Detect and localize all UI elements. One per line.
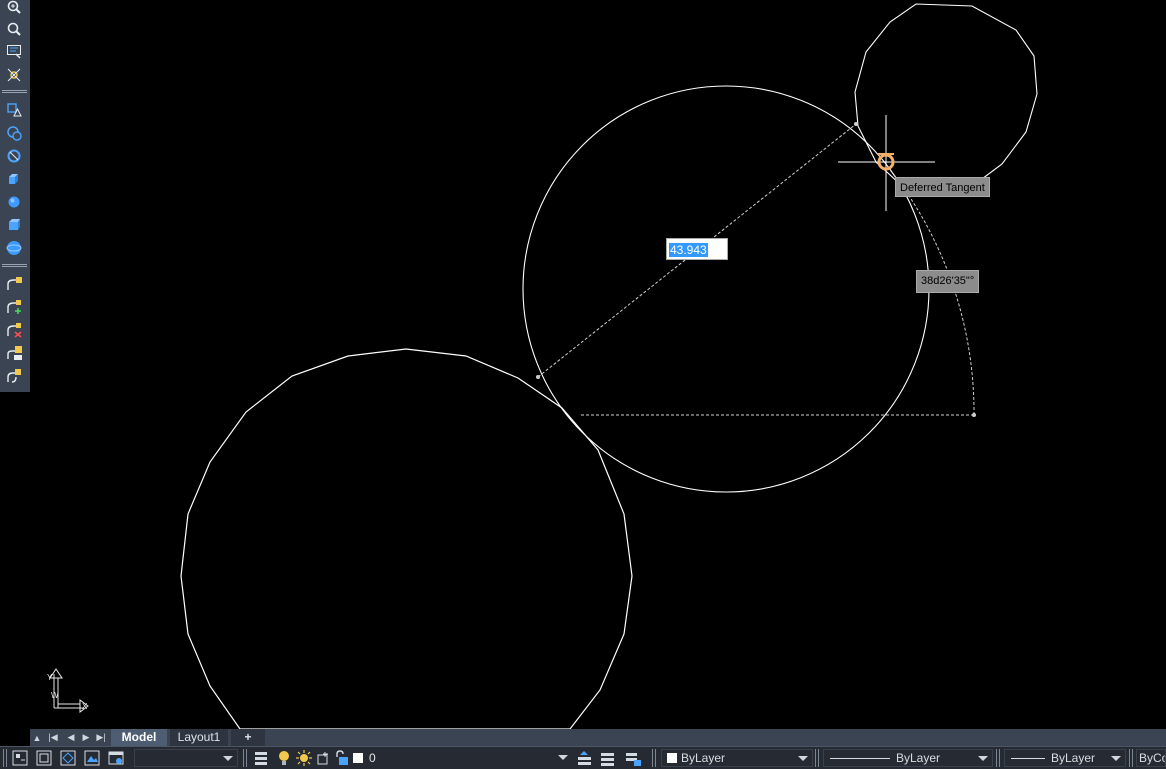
linetype-value: ByLayer <box>896 751 941 765</box>
cylinder-icon[interactable] <box>5 216 23 234</box>
drawing-canvas[interactable]: Deferred Tangent 38d26'35"° 43.943 W X Y <box>30 0 1166 729</box>
polyline-convert-icon[interactable] <box>5 367 23 385</box>
ortho-view-icon[interactable] <box>60 750 76 766</box>
bar-separator <box>652 749 656 767</box>
layer-previous-icon[interactable] <box>599 750 617 766</box>
bar-separator <box>3 749 7 767</box>
layer-properties-icon[interactable] <box>253 750 271 766</box>
tab-model[interactable]: Model <box>111 729 167 746</box>
snap-tooltip: Deferred Tangent <box>895 177 990 197</box>
layer-thaw-icon[interactable] <box>296 750 312 766</box>
polyline-add-vertex-icon[interactable] <box>5 298 23 316</box>
layer-lock-icon[interactable] <box>333 750 349 766</box>
zoom-realtime-icon[interactable] <box>5 0 23 16</box>
drawing-geometry <box>180 3 1038 729</box>
image-view-icon[interactable] <box>84 750 100 766</box>
toolbar-separator <box>2 264 27 267</box>
tab-scroll-up-icon[interactable]: ▲ <box>30 731 44 744</box>
angle-dashed-arc <box>891 171 975 416</box>
visual-style-hidden-icon[interactable] <box>5 124 23 142</box>
angle-tooltip: 38d26'35"° <box>916 270 980 293</box>
box-solid-icon[interactable] <box>5 170 23 188</box>
radius-start-point <box>854 122 858 126</box>
layer-state-icon[interactable] <box>624 750 642 766</box>
color-swatch <box>667 753 677 763</box>
make-current-layer-icon[interactable] <box>576 750 594 766</box>
match-properties-icon[interactable] <box>12 750 28 766</box>
chevron-down-icon <box>223 756 233 761</box>
tab-last-icon[interactable]: ▶| <box>94 731 108 744</box>
pan-orbit-icon[interactable] <box>5 66 23 84</box>
bar-separator <box>815 749 819 767</box>
plotstyle-dropdown[interactable]: ByCol <box>1136 749 1166 767</box>
view-dropdown[interactable] <box>134 749 238 767</box>
polyline-edit-icon[interactable] <box>5 275 23 293</box>
left-toolbar <box>0 0 30 392</box>
properties-bar: 0 ByLayer ByLayer ByLayer ByCol <box>0 746 1166 769</box>
ucs-w-label: W <box>51 691 59 700</box>
zoom-extents-icon[interactable] <box>5 42 23 60</box>
circle-small <box>854 3 1038 193</box>
ucs-x-label: X <box>82 702 88 711</box>
toolbar-separator <box>2 90 27 93</box>
polyline-remove-vertex-icon[interactable] <box>5 321 23 339</box>
tab-prev-icon[interactable]: ◀ <box>64 731 78 744</box>
radius-end-point <box>536 375 540 379</box>
add-layout-button[interactable]: + <box>231 729 265 746</box>
visual-style-realistic-icon[interactable] <box>5 147 23 165</box>
globe-icon[interactable] <box>5 239 23 257</box>
viewport-icon[interactable] <box>36 750 52 766</box>
linetype-dropdown[interactable]: ByLayer <box>823 749 993 767</box>
tab-layout1[interactable]: Layout1 <box>170 729 228 746</box>
color-dropdown[interactable]: ByLayer <box>661 749 813 767</box>
radius-dynamic-input[interactable]: 43.943 <box>666 238 728 260</box>
bar-separator <box>1129 749 1133 767</box>
tab-first-icon[interactable]: |◀ <box>46 731 60 744</box>
white-color-swatch <box>353 753 363 763</box>
layer-dropdown[interactable] <box>380 749 572 767</box>
bar-separator <box>243 749 247 767</box>
linetype-preview <box>830 758 890 760</box>
layer-color-swatch[interactable] <box>353 750 363 766</box>
chevron-down-icon <box>1111 756 1121 761</box>
lineweight-preview <box>1011 758 1045 760</box>
circle-large <box>180 348 633 729</box>
radius-value: 43.943 <box>669 243 708 257</box>
chevron-down-icon <box>558 755 568 760</box>
lineweight-dropdown[interactable]: ByLayer <box>1004 749 1126 767</box>
chevron-down-icon <box>798 756 808 761</box>
window-settings-icon[interactable] <box>108 750 124 766</box>
chevron-down-icon <box>978 756 988 761</box>
layout-tab-bar: ▲ |◀ ◀ ▶ ▶| Model Layout1 + <box>30 729 1166 746</box>
ucs-y-label: Y <box>47 673 53 682</box>
layer-viewport-freeze-icon[interactable] <box>315 750 331 766</box>
layer-name[interactable]: 0 <box>369 750 376 766</box>
polyline-join-icon[interactable] <box>5 344 23 362</box>
tab-next-icon[interactable]: ▶ <box>79 731 93 744</box>
visual-style-wireframe-icon[interactable] <box>5 101 23 119</box>
zoom-window-icon[interactable] <box>5 20 23 38</box>
lineweight-value: ByLayer <box>1051 751 1096 765</box>
bar-separator <box>996 749 1000 767</box>
layer-on-icon[interactable] <box>277 750 291 766</box>
sphere-icon[interactable] <box>5 193 23 211</box>
ucs-icon: W X Y <box>47 668 89 713</box>
color-value: ByLayer <box>681 751 726 765</box>
